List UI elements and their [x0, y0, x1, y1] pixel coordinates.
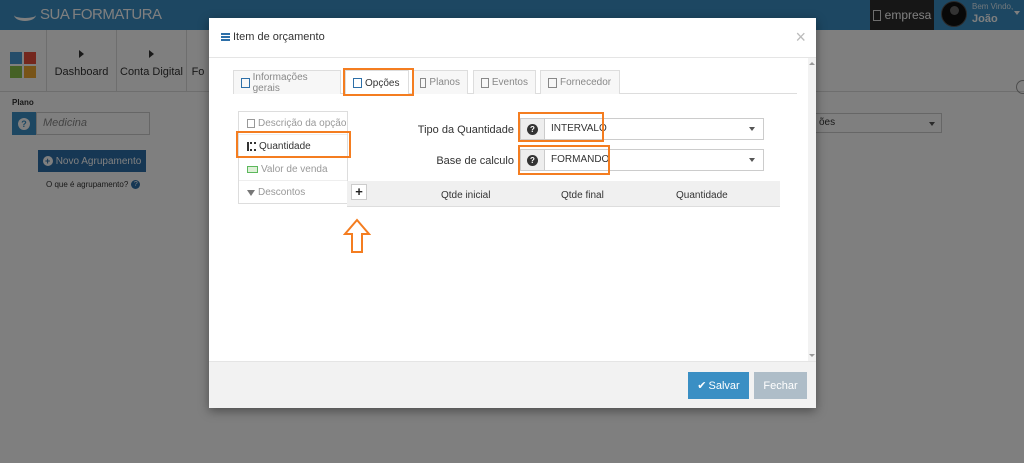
check-icon: ✔	[697, 380, 707, 392]
scroll-down-icon[interactable]	[809, 354, 815, 357]
arrow-up-icon	[343, 218, 371, 253]
modal-header: Item de orçamento ×	[209, 18, 816, 58]
item-orcamento-modal: Item de orçamento × Informações gerais O…	[209, 18, 816, 408]
side-item-descontos[interactable]: Descontos	[239, 181, 347, 204]
tab-label: Informações gerais	[252, 71, 308, 94]
tab-eventos[interactable]: Eventos	[473, 70, 536, 94]
side-item-valor-venda[interactable]: Valor de venda	[239, 158, 347, 181]
modal-footer: ✔ Salvar Fechar	[209, 361, 816, 408]
column-header: Qtde inicial	[441, 190, 491, 201]
scrollbar[interactable]	[808, 58, 816, 361]
tab-label: Fornecedor	[560, 77, 612, 88]
tab-informacoes-gerais[interactable]: Informações gerais	[233, 70, 341, 94]
file-icon	[247, 118, 255, 128]
tipo-quantidade-label: Tipo da Quantidade	[417, 124, 514, 136]
tab-planos[interactable]: Planos	[412, 70, 468, 94]
highlight-box	[236, 131, 351, 158]
modal-title-text: Item de orçamento	[233, 31, 325, 43]
side-item-label: Descrição da opção	[258, 117, 347, 129]
modal-tabs: Informações gerais Opções Planos Eventos…	[233, 70, 797, 95]
close-button[interactable]: Fechar	[754, 372, 807, 399]
tab-label: Planos	[429, 77, 460, 88]
money-icon	[247, 165, 258, 173]
scroll-up-icon[interactable]	[809, 62, 815, 65]
building-icon	[548, 77, 557, 88]
base-calculo-label: Base de calculo	[436, 155, 514, 167]
quantity-table-header: + Qtde inicial Qtde final Quantidade	[347, 181, 780, 207]
column-header: Qtde final	[561, 190, 604, 201]
tab-label: Eventos	[491, 77, 528, 88]
calendar-icon	[481, 77, 489, 88]
tab-fornecedor[interactable]: Fornecedor	[540, 70, 620, 94]
table-icon	[420, 77, 427, 88]
add-row-button[interactable]: +	[351, 184, 367, 200]
side-item-label: Valor de venda	[261, 163, 328, 175]
column-header: Quantidade	[676, 190, 728, 201]
modal-title: Item de orçamento	[221, 31, 325, 43]
highlight-box	[518, 112, 604, 142]
file-icon	[241, 77, 250, 88]
list-icon	[221, 33, 230, 41]
save-button[interactable]: ✔ Salvar	[688, 372, 749, 399]
save-button-label: Salvar	[708, 379, 740, 392]
highlight-box	[343, 68, 414, 96]
close-icon[interactable]: ×	[795, 28, 806, 46]
highlight-box	[518, 145, 610, 175]
arrow-down-icon	[247, 189, 255, 196]
side-item-label: Descontos	[258, 187, 306, 198]
